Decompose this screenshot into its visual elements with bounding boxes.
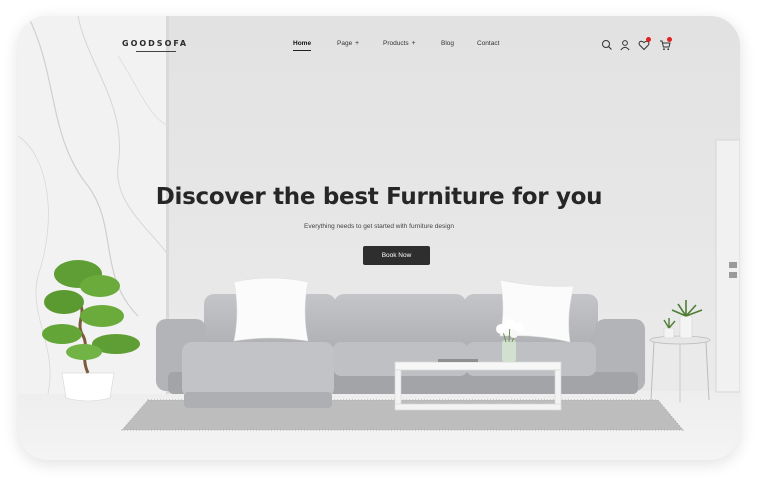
hero-card: GOODSOFA Home Page + Products + Blog Con… bbox=[18, 16, 740, 460]
nav-home[interactable]: Home bbox=[293, 40, 312, 51]
wishlist-badge bbox=[646, 37, 651, 42]
nav-contact[interactable]: Contact bbox=[477, 40, 499, 47]
nav-products-label: Products bbox=[383, 40, 409, 47]
door bbox=[715, 139, 740, 393]
hero-subtitle: Everything needs to get started with fur… bbox=[304, 223, 454, 230]
hero-title: Discover the best Furniture for you bbox=[155, 184, 603, 210]
book-now-button[interactable]: Book Now bbox=[363, 246, 430, 265]
heart-icon[interactable] bbox=[638, 37, 651, 51]
nav-contact-label: Contact bbox=[477, 40, 500, 47]
brand-logo[interactable]: GOODSOFA bbox=[122, 39, 188, 48]
nav-page[interactable]: Page + bbox=[337, 40, 359, 47]
search-icon[interactable] bbox=[601, 38, 613, 50]
hero-scene bbox=[18, 16, 740, 460]
logo-underline bbox=[136, 51, 176, 52]
nav-page-label: Page bbox=[337, 40, 353, 47]
cart-badge bbox=[667, 37, 672, 42]
nav-blog[interactable]: Blog bbox=[441, 40, 454, 47]
nav-blog-label: Blog bbox=[441, 40, 455, 47]
cart-icon[interactable] bbox=[659, 37, 672, 51]
nav-products[interactable]: Products + bbox=[383, 40, 416, 47]
plus-icon: + bbox=[355, 40, 360, 47]
plus-icon: + bbox=[411, 40, 416, 47]
user-icon[interactable] bbox=[619, 38, 631, 51]
nav-home-label: Home bbox=[293, 40, 312, 47]
